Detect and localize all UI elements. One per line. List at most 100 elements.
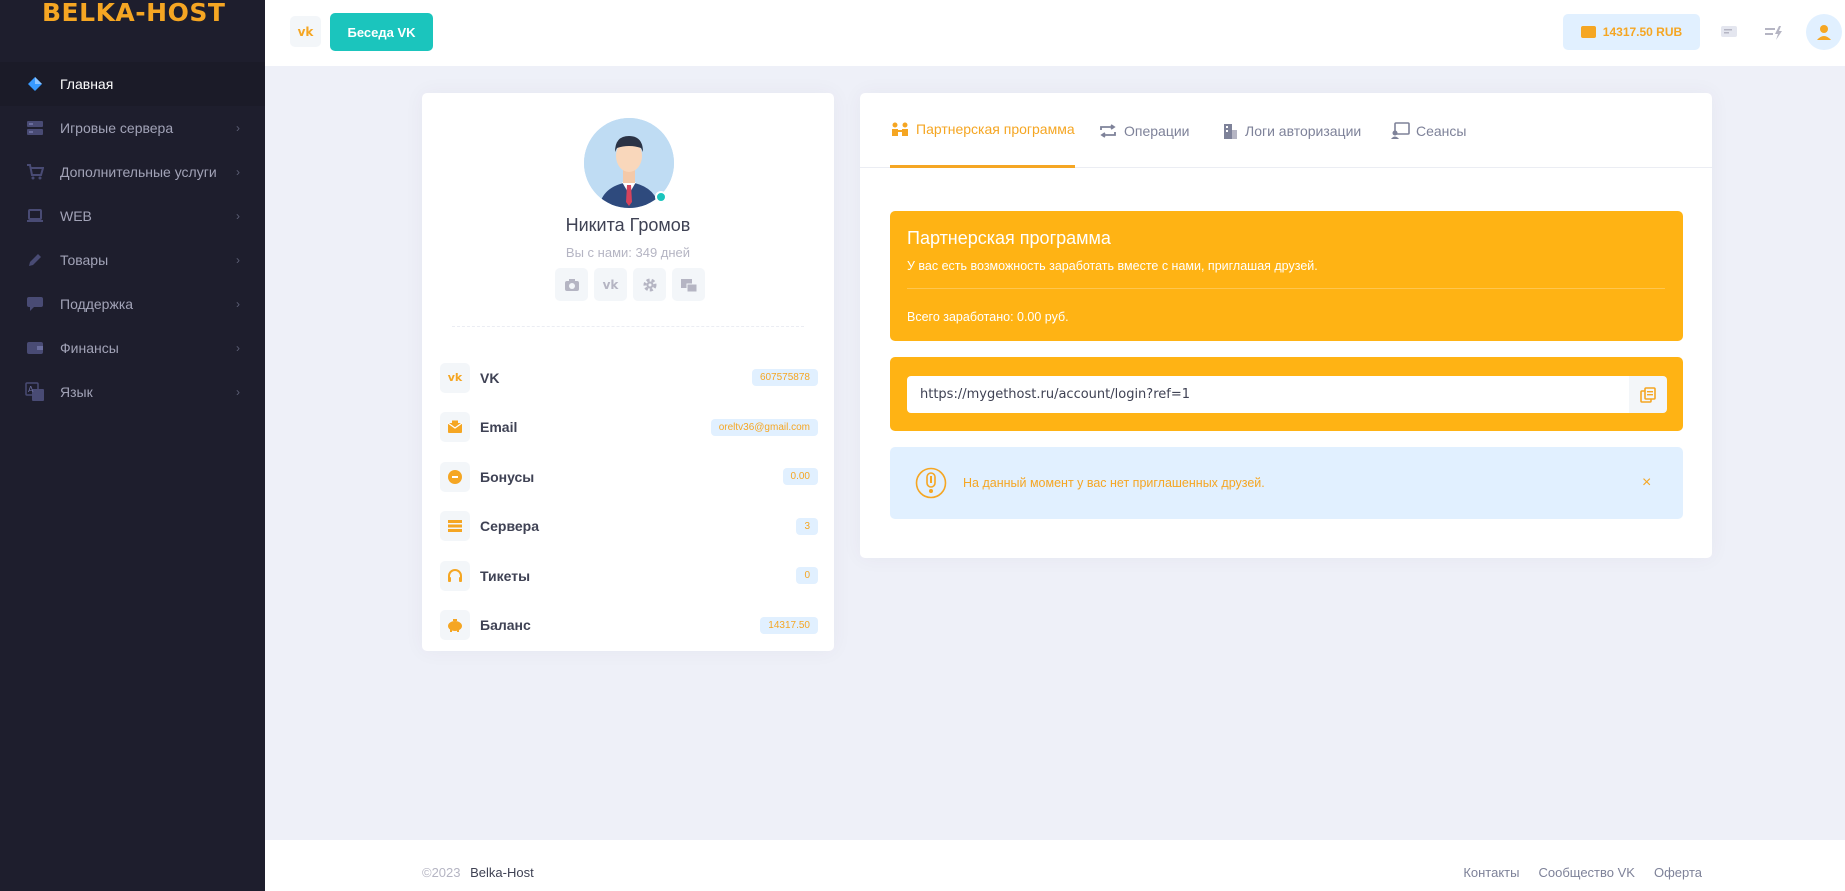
divider <box>907 288 1665 289</box>
info-row-servers: Сервера 3 <box>440 502 818 552</box>
headset-icon <box>440 560 470 591</box>
profile-since: Вы с нами: 349 дней <box>565 245 691 260</box>
warning-icon <box>915 467 947 504</box>
partner-card: Партнерская программа Операции Логи авто… <box>860 93 1712 558</box>
sidebar-item-game-servers[interactable]: Игровые сервера › <box>0 106 265 150</box>
change-photo-button[interactable] <box>555 268 588 301</box>
footer-brand-link[interactable]: Belka-Host <box>470 865 534 880</box>
sidebar-item-support[interactable]: Поддержка › <box>0 282 265 326</box>
alert-message: На данный момент у вас нет приглашенных … <box>963 476 1265 490</box>
vk-icon: vk <box>297 24 314 39</box>
info-value: 0 <box>796 567 818 585</box>
chevron-right-icon: › <box>236 253 240 267</box>
profile-card: Никита Громов Вы с нами: 349 дней vk vk … <box>422 93 834 651</box>
repeat-icon <box>1098 123 1118 138</box>
sidebar-item-home[interactable]: Главная <box>0 62 265 106</box>
vk-icon: vk <box>440 362 470 393</box>
chevron-right-icon: › <box>236 297 240 311</box>
tab-label: Логи авторизации <box>1245 122 1362 139</box>
info-label: Email <box>480 419 518 436</box>
gear-icon <box>643 278 656 291</box>
chevron-right-icon: › <box>236 209 240 223</box>
banner-description: У вас есть возможность заработать вместе… <box>907 259 1318 273</box>
sidebar-item-web[interactable]: WEB › <box>0 194 265 238</box>
email-icon <box>440 412 470 443</box>
sidebar-item-label: Главная <box>60 76 114 92</box>
wallet-icon <box>1580 26 1596 38</box>
footer-links: Контакты Сообщество VK Оферта <box>1463 865 1702 880</box>
referral-link-input[interactable] <box>907 376 1629 413</box>
sidebar-item-label: Финансы <box>60 340 119 356</box>
mail-settings-button[interactable] <box>672 268 705 301</box>
info-label: Сервера <box>480 518 539 535</box>
info-value: 607575878 <box>751 369 818 387</box>
close-icon[interactable]: × <box>1642 474 1651 492</box>
info-value: 14317.50 <box>760 616 818 634</box>
profile-actions: vk <box>555 268 705 301</box>
translate-icon: A <box>25 382 45 402</box>
sidebar-item-label: Игровые сервера <box>60 120 174 136</box>
chevron-right-icon: › <box>236 385 240 399</box>
settings-button[interactable] <box>633 268 666 301</box>
footer: ©2023 Belka-Host Контакты Сообщество VK … <box>265 840 1845 891</box>
vk-icon: vk <box>602 277 619 292</box>
sidebar-item-label: WEB <box>60 208 92 224</box>
diamond-icon <box>25 74 45 94</box>
tab-label: Партнерская программа <box>916 121 1075 137</box>
tab-sessions[interactable]: Сеансы <box>1390 93 1466 168</box>
logo[interactable]: BELKA-HOST <box>0 0 265 34</box>
tab-operations[interactable]: Операции <box>1098 93 1190 168</box>
footer-link-contacts[interactable]: Контакты <box>1463 865 1519 880</box>
mail-icon <box>680 278 697 292</box>
info-row-vk: vk VK 607575878 <box>440 353 818 403</box>
cart-icon <box>25 162 45 182</box>
tab-label: Операции <box>1124 122 1190 139</box>
no-referrals-alert: На данный момент у вас нет приглашенных … <box>890 447 1683 519</box>
info-value: 3 <box>796 517 818 535</box>
tabs: Партнерская программа Операции Логи авто… <box>860 93 1712 168</box>
chevron-right-icon: › <box>236 165 240 179</box>
sidebar-item-label: Поддержка <box>60 296 134 312</box>
server-icon <box>25 118 45 138</box>
partners-icon <box>890 121 910 137</box>
info-value: 0.00 <box>782 468 818 486</box>
link-vk-button[interactable]: vk <box>594 268 627 301</box>
messages-button[interactable] <box>1714 18 1744 48</box>
balance-button[interactable]: 14317.50 RUB <box>1563 14 1700 50</box>
divider <box>452 326 804 327</box>
vk-link-button[interactable]: vk <box>290 16 321 47</box>
balance-value: 14317.50 RUB <box>1602 25 1683 39</box>
chevron-right-icon: › <box>236 121 240 135</box>
message-icon <box>1721 26 1737 37</box>
camera-icon <box>564 278 579 291</box>
wallet-icon <box>25 338 45 358</box>
sidebar: BELKA-HOST Главная Игровые сервера › Доп… <box>0 0 265 891</box>
sidebar-item-extra-services[interactable]: Дополнительные услуги › <box>0 150 265 194</box>
online-status-dot <box>655 191 667 203</box>
sidebar-item-label: Язык <box>60 384 93 400</box>
tab-label: Сеансы <box>1416 122 1467 139</box>
footer-link-offer[interactable]: Оферта <box>1654 865 1702 880</box>
banner-title: Партнерская программа <box>907 228 1111 248</box>
user-icon <box>1817 25 1831 40</box>
vk-chat-button[interactable]: Беседа VK <box>330 13 433 51</box>
referral-link-box <box>890 357 1683 431</box>
quick-actions-button[interactable] <box>1759 18 1789 48</box>
tab-auth-logs[interactable]: Логи авторизации <box>1221 93 1361 168</box>
user-menu-button[interactable] <box>1806 14 1842 50</box>
chevron-right-icon: › <box>236 341 240 355</box>
sidebar-item-language[interactable]: A Язык › <box>0 370 265 414</box>
copyright: ©2023 Belka-Host <box>422 865 534 880</box>
chat-icon <box>25 294 45 314</box>
info-row-email: Email oreltv36@gmail.com <box>440 403 818 453</box>
info-label: Баланс <box>480 617 531 634</box>
footer-link-vk-community[interactable]: Сообщество VK <box>1538 865 1634 880</box>
copyright-year: ©2023 <box>422 865 461 880</box>
piggy-bank-icon <box>440 610 470 641</box>
copy-link-button[interactable] <box>1629 376 1667 413</box>
profile-name: Никита Громов <box>565 215 691 235</box>
tab-partner-program[interactable]: Партнерская программа <box>890 93 1075 168</box>
sidebar-item-goods[interactable]: Товары › <box>0 238 265 282</box>
profile-info-list: vk VK 607575878 Email oreltv36@gmail.com… <box>440 353 818 650</box>
sidebar-item-finance[interactable]: Финансы › <box>0 326 265 370</box>
